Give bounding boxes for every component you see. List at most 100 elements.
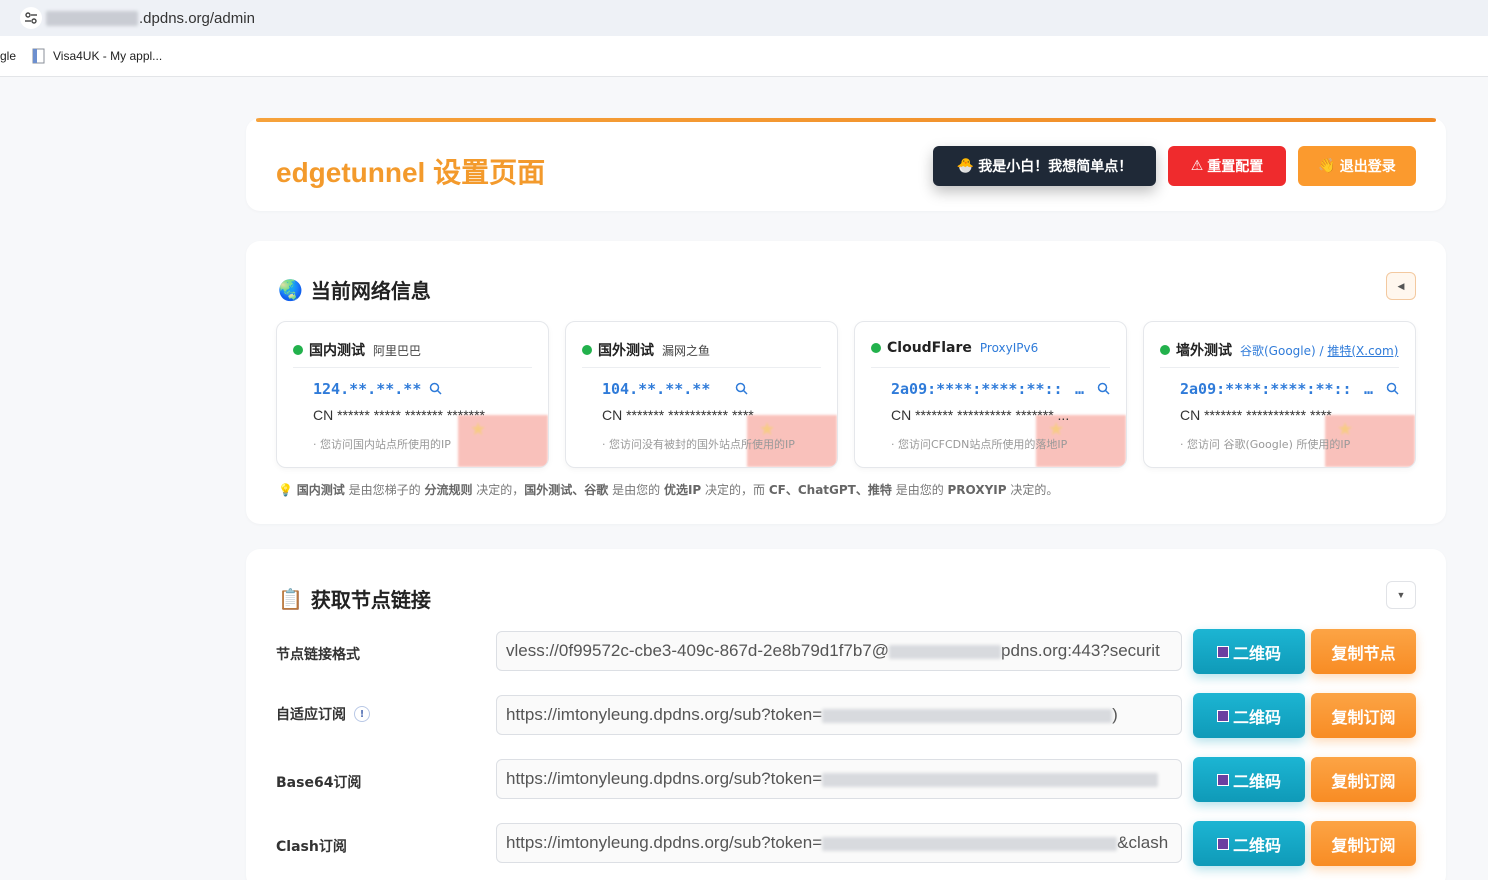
ip-box-sub: 漏网之鱼 [662,343,711,358]
ip-ellipsis: … [1075,380,1085,398]
row-label-text: 节点链接格式 [276,647,360,663]
ip-description: · 您访问CFCDN站点所使用的落地IP [891,438,1068,451]
ip-description: · 您访问国内站点所使用的IP [313,438,451,451]
qrcode-button[interactable]: 二维码 [1193,629,1305,674]
link-suffix: pdns.org:443?securit [1001,641,1160,660]
divider [582,367,821,368]
link-prefix: https://imtonyleung.dpdns.org/sub?token= [506,769,823,788]
ip-address: 2a09:****:****:**:: [1180,380,1352,398]
subscription-title-text: 获取节点链接 [310,588,431,612]
note-part: 决定的， [472,483,525,497]
copy-label: 复制订阅 [1331,707,1396,727]
qrcode-icon [1216,773,1229,786]
status-dot-icon [871,343,881,353]
url-redacted [46,11,138,26]
subscription-title: 📋 获取节点链接 [278,584,431,613]
ip-description: · 您访问 谷歌(Google) 所使用的IP [1180,438,1351,451]
base64-sub-field[interactable]: https://imtonyleung.dpdns.org/sub?token= [496,759,1182,799]
note-part: 决定的。 [1006,483,1059,497]
copy-node-button[interactable]: 复制节点 [1311,629,1416,674]
ip-address: 124.**.**.** [313,380,422,398]
ip-box-blocked: 墙外测试 谷歌(Google) / 推特(X.com) 2a09:****:**… [1143,321,1416,468]
ip-box-header: CloudFlare ProxyIPv6 [871,340,1038,356]
bookmarks-bar: gle Visa4UK - My appl... [0,36,1488,77]
note-part: 优选IP [663,483,702,497]
copy-label: 复制订阅 [1331,835,1396,855]
bookmark-page-icon [32,48,45,64]
caret-left-icon: ◀ [1397,280,1405,291]
link-redacted [822,836,1118,851]
ip-geo: CN ****** ***** ******* ******* [313,407,485,423]
adaptive-sub-field[interactable]: https://imtonyleung.dpdns.org/sub?token=… [496,695,1182,735]
bulb-icon: 💡 [278,483,293,497]
simple-mode-label: 我是小白！我想简单点！ [978,159,1133,175]
site-settings-icon[interactable] [20,7,42,29]
search-icon[interactable] [1386,382,1399,395]
collapse-toggle-button[interactable]: ◀ [1386,272,1416,300]
qrcode-label: 二维码 [1232,643,1281,663]
ip-box-header: 国外测试 漏网之鱼 [582,340,710,360]
subscription-card: 📋 获取节点链接 ▼ 节点链接格式 vless://0f99572c-cbe3-… [246,549,1446,880]
link-suffix: ) [1112,705,1118,724]
row-label: Clash订阅 [276,836,347,856]
qrcode-button[interactable]: 二维码 [1193,757,1305,802]
clash-sub-field[interactable]: https://imtonyleung.dpdns.org/sub?token=… [496,823,1182,863]
qrcode-icon [1216,709,1229,722]
search-icon[interactable] [1097,382,1110,395]
qrcode-button[interactable]: 二维码 [1193,821,1305,866]
logout-button[interactable]: 👋 退出登录 [1298,146,1416,186]
node-link-field[interactable]: vless://0f99572c-cbe3-409c-867d-2e8b79d1… [496,631,1182,671]
globe-icon: 🌏 [278,277,303,302]
ip-box-name: CloudFlare [887,340,972,356]
caret-down-icon: ▼ [1396,590,1406,600]
expand-toggle-button[interactable]: ▼ [1386,581,1416,609]
row-label-text: Base64订阅 [276,775,362,791]
ip-description: · 您访问没有被封的国外站点所使用的IP [602,438,795,451]
link-prefix: vless://0f99572c-cbe3-409c-867d-2e8b79d1… [506,641,890,660]
simple-mode-button[interactable]: 🐣 我是小白！我想简单点！ [933,146,1156,186]
header-card: edgetunnel 设置页面 🐣 我是小白！我想简单点！ ⚠ 重置配置 👋 退… [246,118,1446,211]
row-label: 节点链接格式 [276,644,360,664]
ip-geo: CN ******* *********** **** [1180,407,1332,423]
note-part: PROXYIP [947,483,1007,497]
ip-box-sub-text: 谷歌(Google) / [1240,343,1328,358]
ip-box-cloudflare: CloudFlare ProxyIPv6 2a09:****:****:**::… [854,321,1127,468]
qrcode-button[interactable]: 二维码 [1193,693,1305,738]
network-note: 💡 国内测试 是由您梯子的 分流规则 决定的，国外测试、谷歌 是由您的 优选IP… [278,481,1058,498]
url-text[interactable]: .dpdns.org/admin [139,10,255,27]
bookmark-google[interactable]: gle [0,49,16,63]
row-label-text: Clash订阅 [276,839,347,855]
ip-box-name: 墙外测试 [1176,343,1232,359]
copy-sub-button[interactable]: 复制订阅 [1311,821,1416,866]
ip-address: 2a09:****:****:**:: [891,380,1063,398]
warning-icon: ⚠ [1190,158,1204,174]
reset-config-button[interactable]: ⚠ 重置配置 [1168,146,1286,186]
link-redacted [822,708,1113,723]
ip-geo: CN ******* ********** ******* ... [891,407,1070,423]
ip-box-name: 国内测试 [309,343,365,359]
status-dot-icon [582,345,592,355]
note-part: 国外测试、谷歌 [524,483,609,497]
link-suffix: &clash [1117,833,1169,852]
ip-box-domestic: 国内测试 阿里巴巴 124.**.**.** CN ****** ***** *… [276,321,549,468]
qrcode-icon [1216,837,1229,850]
ip-box-header: 国内测试 阿里巴巴 [293,340,421,360]
link-redacted [822,772,1159,787]
row-label-text: 自适应订阅 [276,707,346,723]
copy-sub-button[interactable]: 复制订阅 [1311,757,1416,802]
row-label: Base64订阅 [276,772,361,792]
bookmark-visa4uk[interactable]: Visa4UK - My appl... [53,49,162,63]
qrcode-label: 二维码 [1232,707,1281,727]
info-icon[interactable]: ! [354,706,370,722]
qrcode-icon [1216,645,1229,658]
ip-address: 104.**.**.** [602,380,711,398]
ip-box-name: 国外测试 [598,343,654,359]
ip-ellipsis: … [1364,380,1374,398]
search-icon[interactable] [735,382,748,395]
link-prefix: https://imtonyleung.dpdns.org/sub?token= [506,833,823,852]
twitter-link[interactable]: 推特(X.com) [1327,344,1398,358]
search-icon[interactable] [429,382,442,395]
copy-sub-button[interactable]: 复制订阅 [1311,693,1416,738]
note-part: 是由您的 [608,483,664,497]
browser-url-bar[interactable]: .dpdns.org/admin [0,0,1488,36]
